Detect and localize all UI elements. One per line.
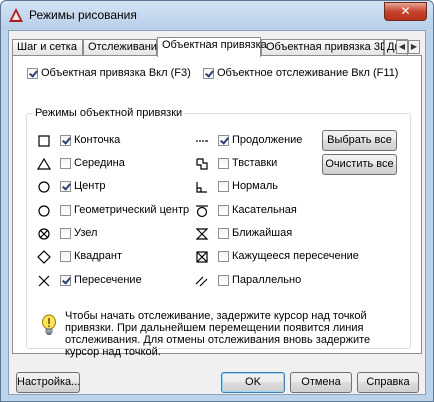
- cross-icon: [38, 275, 50, 287]
- select-all-button[interactable]: Выбрать все: [322, 130, 397, 151]
- snap-node-label: Узел: [74, 227, 98, 239]
- snap-apparent-intersection-label: Кажущееся пересечение: [232, 250, 359, 262]
- tab-object-snap-3d[interactable]: Объектная привязка 3D: [261, 39, 388, 55]
- snap-center-label: Центр: [74, 180, 106, 192]
- settings-button[interactable]: Настройка...: [16, 372, 80, 393]
- snap-nearest-checkbox[interactable]: [218, 228, 229, 239]
- snap-quadrant-checkbox[interactable]: [60, 251, 71, 262]
- osnap-on-checkbox[interactable]: [27, 68, 38, 79]
- autocad-app-icon: [9, 8, 23, 22]
- dialog-window: Режимы рисования ✕ Шаг и сетка Отслежива…: [0, 0, 434, 402]
- object-snap-panel: Объектная привязка Вкл (F3) Объектное от…: [12, 55, 422, 358]
- insert-icon: [196, 158, 208, 170]
- lightbulb-icon: [42, 314, 56, 335]
- node-icon: [38, 228, 50, 240]
- tangent-icon: [196, 205, 208, 218]
- osnap-on-label: Объектная привязка Вкл (F3): [41, 67, 191, 79]
- otrack-on-checkbox[interactable]: [203, 68, 214, 79]
- square-icon: [38, 135, 50, 147]
- otrack-on-label: Объектное отслеживание Вкл (F11): [217, 67, 399, 79]
- tab-object-snap[interactable]: Объектная привязка: [157, 37, 267, 57]
- snap-apparent-intersection-checkbox[interactable]: [218, 251, 229, 262]
- snap-extension-label: Продолжение: [232, 134, 303, 146]
- snap-midpoint-label: Середина: [74, 157, 125, 169]
- snap-parallel-checkbox[interactable]: [218, 275, 229, 286]
- snap-endpoint-label: Конточка: [74, 134, 121, 146]
- tracking-info-text: Чтобы начать отслеживание, задержите кур…: [65, 310, 371, 358]
- tab-scroll-right-button[interactable]: ▶: [408, 40, 420, 54]
- ok-button[interactable]: OK: [221, 372, 285, 393]
- snap-perpendicular-label: Нормаль: [232, 180, 279, 192]
- window-title: Режимы рисования: [29, 8, 137, 22]
- help-button[interactable]: Справка: [357, 372, 419, 393]
- circle-icon: [38, 181, 50, 193]
- close-button[interactable]: ✕: [384, 2, 427, 21]
- tab-strip: Шаг и сетка Отслеживание Объектная привя…: [12, 37, 420, 57]
- snap-parallel-label: Параллельно: [232, 274, 302, 286]
- cancel-button[interactable]: Отмена: [290, 372, 352, 393]
- circle-icon: [38, 205, 50, 217]
- clear-all-button[interactable]: Очистить все: [322, 154, 397, 175]
- nearest-icon: [195, 228, 209, 240]
- snap-intersection-label: Пересечение: [74, 274, 142, 286]
- snap-insert-label: Твставки: [232, 157, 278, 169]
- extension-icon: [196, 140, 208, 142]
- snap-endpoint-checkbox[interactable]: [60, 135, 71, 146]
- perpendicular-icon: [196, 182, 207, 193]
- triangle-icon: [37, 157, 51, 170]
- tab-tracking[interactable]: Отслеживание: [83, 39, 163, 55]
- title-bar[interactable]: Режимы рисования ✕: [1, 1, 433, 29]
- apparent-intersection-icon: [196, 251, 208, 263]
- snap-tangent-label: Касательная: [232, 204, 297, 216]
- snap-intersection-checkbox[interactable]: [60, 275, 71, 286]
- snap-tangent-checkbox[interactable]: [218, 205, 229, 216]
- dialog-client-area: Шаг и сетка Отслеживание Объектная привя…: [8, 30, 426, 395]
- tab-snap-grid[interactable]: Шаг и сетка: [12, 39, 83, 55]
- snap-insert-checkbox[interactable]: [218, 158, 229, 169]
- snap-modes-legend: Режимы объектной привязки: [33, 107, 185, 120]
- tab-scroll-left-button[interactable]: ◀: [396, 40, 408, 54]
- snap-quadrant-label: Квадрант: [74, 250, 123, 262]
- parallel-icon: [195, 276, 208, 287]
- snap-geometric-center-checkbox[interactable]: [60, 205, 71, 216]
- snap-node-checkbox[interactable]: [60, 228, 71, 239]
- snap-geometric-center-label: Геометрический центр: [74, 204, 190, 216]
- snap-midpoint-checkbox[interactable]: [60, 158, 71, 169]
- snap-extension-checkbox[interactable]: [218, 135, 229, 146]
- snap-center-checkbox[interactable]: [60, 181, 71, 192]
- snap-perpendicular-checkbox[interactable]: [218, 181, 229, 192]
- snap-nearest-label: Ближайшая: [232, 227, 293, 239]
- diamond-icon: [37, 250, 51, 264]
